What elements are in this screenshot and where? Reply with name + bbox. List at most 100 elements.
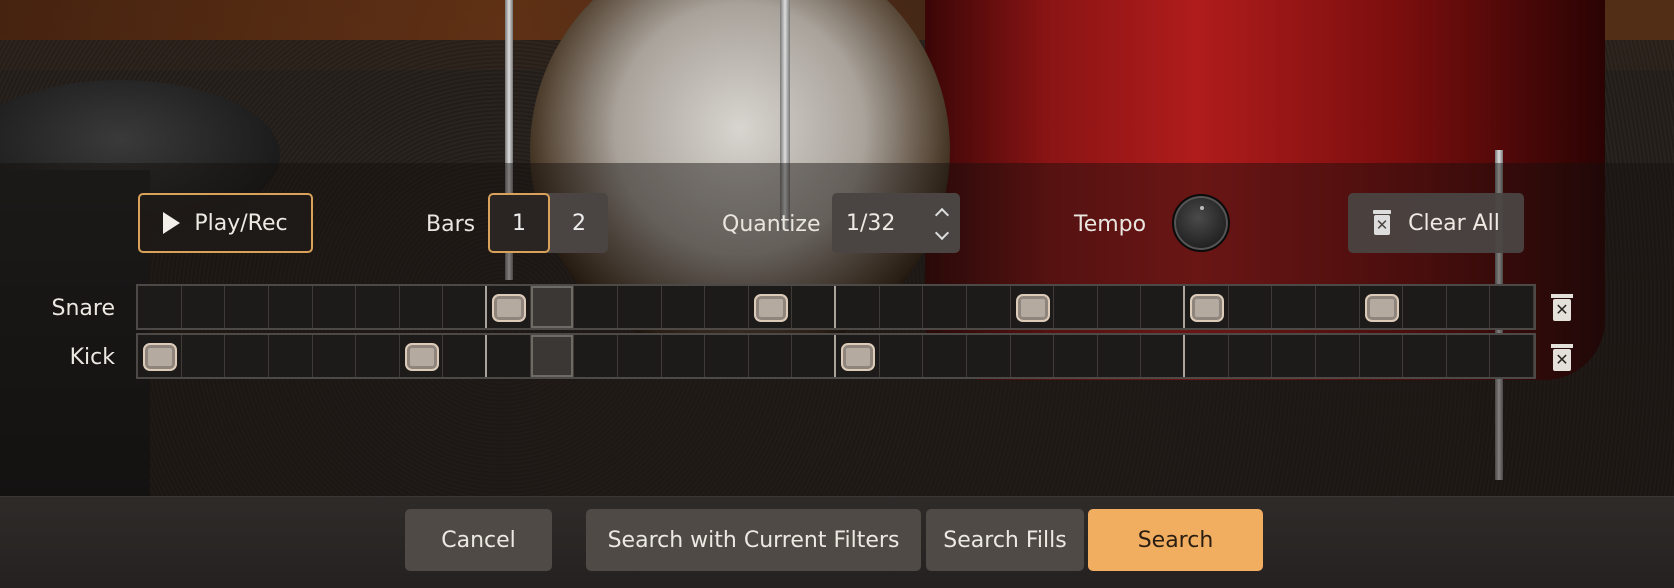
trash-icon: ✕ [1372, 210, 1392, 236]
step-cell[interactable] [313, 335, 357, 377]
search-fills-button[interactable]: Search Fills [926, 509, 1084, 571]
step-cell[interactable] [1272, 335, 1316, 377]
step-cell[interactable] [1185, 335, 1229, 377]
step-cell[interactable] [792, 286, 836, 328]
bars-label: Bars [426, 212, 476, 237]
step-cell[interactable] [662, 286, 706, 328]
trash-icon: ✕ [1553, 349, 1571, 371]
step-cell[interactable] [1490, 335, 1534, 377]
step-cell[interactable] [574, 335, 618, 377]
step-cell[interactable] [225, 335, 269, 377]
note-marker[interactable] [753, 294, 788, 322]
step-cell[interactable] [356, 335, 400, 377]
step-cell[interactable] [182, 286, 226, 328]
step-cell[interactable] [836, 335, 880, 377]
step-cell[interactable] [313, 286, 357, 328]
bars-selector: 1 2 [488, 193, 608, 253]
step-cell[interactable] [138, 335, 182, 377]
step-cell[interactable] [705, 286, 749, 328]
bars-option-2[interactable]: 2 [550, 193, 608, 253]
step-cell[interactable] [705, 335, 749, 377]
step-cell[interactable] [749, 286, 793, 328]
step-cell[interactable] [1229, 286, 1273, 328]
note-marker[interactable] [1364, 294, 1399, 322]
step-cell[interactable] [182, 335, 226, 377]
row-label-kick: Kick [69, 345, 115, 370]
footer-bar: Cancel Search with Current Filters Searc… [0, 496, 1674, 588]
step-cell[interactable] [1054, 286, 1098, 328]
quantize-label: Quantize [722, 212, 821, 237]
step-cell[interactable] [923, 335, 967, 377]
quantize-value: 1/32 [846, 210, 896, 236]
step-cell[interactable] [269, 335, 313, 377]
search-with-filters-button[interactable]: Search with Current Filters [586, 509, 921, 571]
snare-step-row [136, 284, 1536, 330]
row-label-snare: Snare [51, 296, 116, 321]
step-cell[interactable] [1360, 335, 1404, 377]
step-cell[interactable] [1447, 286, 1491, 328]
step-cell[interactable] [356, 286, 400, 328]
step-cell[interactable] [574, 286, 618, 328]
search-button[interactable]: Search [1088, 509, 1263, 571]
step-cell[interactable] [1316, 286, 1360, 328]
note-marker[interactable] [1190, 294, 1224, 322]
note-marker[interactable] [492, 294, 526, 322]
quantize-stepper[interactable] [934, 205, 950, 241]
step-cell[interactable] [1490, 286, 1534, 328]
note-marker[interactable] [841, 343, 875, 371]
kick-clear-button[interactable]: ✕ [1551, 344, 1573, 372]
step-cell[interactable] [1011, 286, 1055, 328]
step-cell[interactable] [1403, 335, 1447, 377]
quantize-select[interactable]: 1/32 [832, 193, 960, 253]
chevron-down-icon [934, 225, 950, 241]
step-cell[interactable] [138, 286, 182, 328]
step-cell[interactable] [269, 286, 313, 328]
kick-step-row [136, 333, 1536, 379]
step-cell[interactable] [1229, 335, 1273, 377]
step-cell[interactable] [487, 335, 531, 377]
note-marker[interactable] [404, 343, 439, 371]
step-cell[interactable] [967, 286, 1011, 328]
snare-clear-button[interactable]: ✕ [1551, 294, 1573, 322]
step-cell[interactable] [1098, 335, 1142, 377]
clear-all-button[interactable]: ✕ Clear All [1348, 193, 1524, 253]
step-cell[interactable] [1185, 286, 1229, 328]
step-cell[interactable] [792, 335, 836, 377]
step-cell[interactable] [1011, 335, 1055, 377]
play-rec-button[interactable]: Play/Rec [138, 193, 313, 253]
trash-icon: ✕ [1553, 299, 1571, 321]
step-cell[interactable] [1098, 286, 1142, 328]
knob-indicator [1200, 206, 1204, 210]
step-cell[interactable] [1054, 335, 1098, 377]
step-cell[interactable] [836, 286, 880, 328]
tempo-knob[interactable] [1172, 194, 1230, 252]
chevron-up-icon [934, 207, 950, 223]
step-cell[interactable] [967, 335, 1011, 377]
step-cell[interactable] [1360, 286, 1404, 328]
step-cell[interactable] [443, 335, 487, 377]
step-cell[interactable] [530, 335, 575, 377]
bars-option-1[interactable]: 1 [488, 193, 550, 253]
cancel-button[interactable]: Cancel [405, 509, 552, 571]
step-cell[interactable] [618, 286, 662, 328]
step-cell[interactable] [1141, 335, 1185, 377]
step-cell[interactable] [1141, 286, 1185, 328]
note-marker[interactable] [1015, 294, 1050, 322]
step-cell[interactable] [487, 286, 531, 328]
step-cell[interactable] [1272, 286, 1316, 328]
note-marker[interactable] [143, 343, 177, 371]
step-cell[interactable] [1316, 335, 1360, 377]
step-cell[interactable] [400, 286, 444, 328]
step-cell[interactable] [1447, 335, 1491, 377]
step-cell[interactable] [923, 286, 967, 328]
step-cell[interactable] [662, 335, 706, 377]
step-cell[interactable] [880, 286, 924, 328]
step-cell[interactable] [618, 335, 662, 377]
step-cell[interactable] [530, 286, 575, 328]
step-cell[interactable] [443, 286, 487, 328]
step-cell[interactable] [880, 335, 924, 377]
step-cell[interactable] [225, 286, 269, 328]
step-cell[interactable] [400, 335, 444, 377]
step-cell[interactable] [1403, 286, 1447, 328]
step-cell[interactable] [749, 335, 793, 377]
